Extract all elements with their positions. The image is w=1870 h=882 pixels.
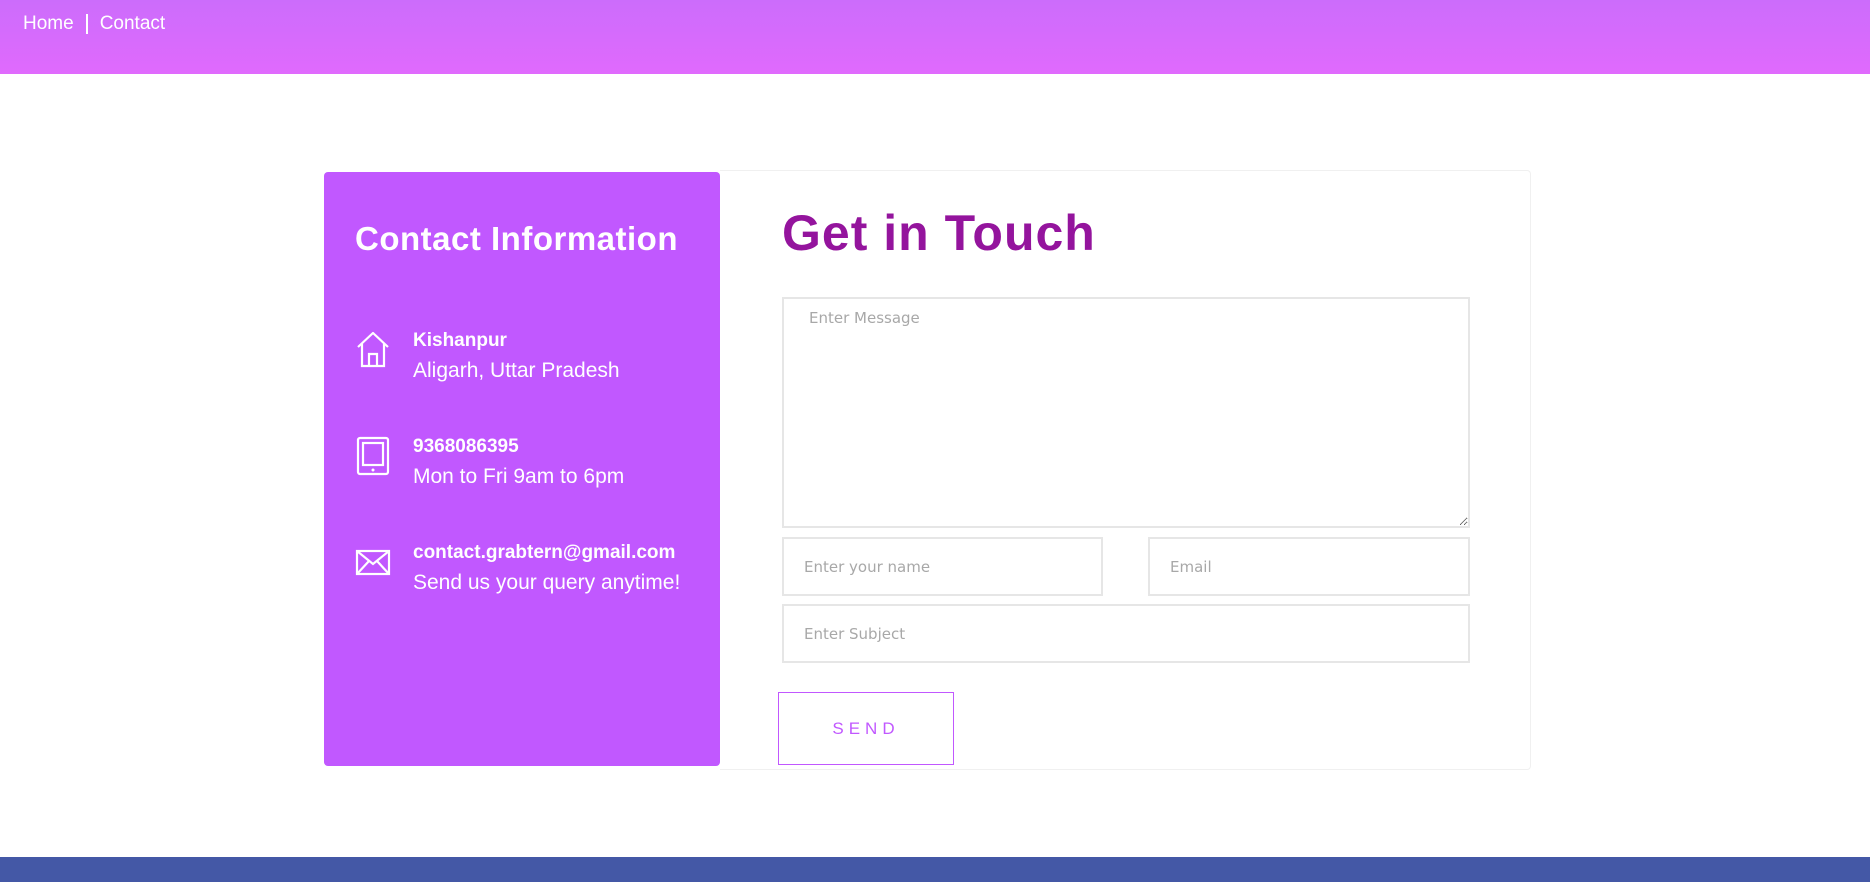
email-secondary: Send us your query anytime! [413,571,681,594]
name-input[interactable] [782,537,1103,596]
address-item: Kishanpur Aligarh, Uttar Pradesh [355,328,620,388]
home-icon [357,331,389,368]
envelope-icon [355,549,391,576]
email-primary: contact.grabtern@gmail.com [413,542,676,563]
breadcrumb-home-link[interactable]: Home [23,13,74,35]
breadcrumb-contact-link[interactable]: Contact [100,13,165,35]
contact-info-panel: Contact Information Kishanpur Aligarh, U… [324,172,720,766]
send-button[interactable]: SEND [778,692,954,765]
address-primary: Kishanpur [413,330,507,351]
phone-primary: 9368086395 [413,436,519,457]
address-secondary: Aligarh, Uttar Pradesh [413,359,620,382]
breadcrumb: Home Contact [23,13,165,35]
phone-secondary: Mon to Fri 9am to 6pm [413,465,625,488]
tablet-icon [356,436,390,476]
phone-item: 9368086395 Mon to Fri 9am to 6pm [355,434,624,494]
footer [0,857,1870,882]
form-title: Get in Touch [782,205,1096,261]
email-item: contact.grabtern@gmail.com Send us your … [355,540,680,600]
message-textarea[interactable] [782,297,1470,528]
subject-input[interactable] [782,604,1470,663]
top-bar: Home Contact [0,0,1870,74]
breadcrumb-separator [85,14,88,34]
email-input[interactable] [1148,537,1470,596]
contact-info-title: Contact Information [355,220,678,257]
